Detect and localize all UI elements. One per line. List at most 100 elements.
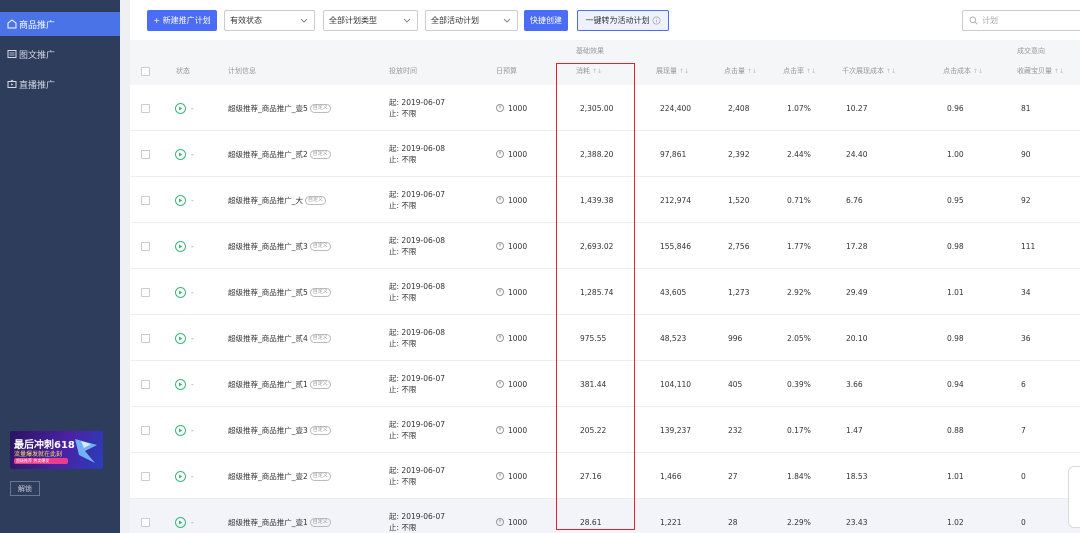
plan-name[interactable]: 超级推荐_商品推广_贰2 (228, 149, 308, 160)
play-icon[interactable] (175, 148, 186, 160)
play-icon[interactable] (175, 424, 186, 436)
cell-cpm: 23.43 (846, 517, 868, 527)
new-plan-button[interactable]: + 新建推广计划 (147, 10, 217, 31)
row-checkbox[interactable] (141, 453, 150, 499)
row-checkbox[interactable] (141, 223, 150, 269)
budget-cell[interactable]: ¥1000 (496, 223, 527, 269)
header-cost[interactable]: 消耗 ↑↓ (576, 57, 602, 85)
row-checkbox[interactable] (141, 269, 150, 315)
select-all-checkbox[interactable] (141, 57, 150, 85)
plan-name[interactable]: 超级推荐_商品推广_壹3 (228, 425, 308, 436)
activity-plan-select[interactable]: 全部活动计划 (425, 10, 518, 31)
start-date: 2019-06-08 (401, 282, 446, 291)
cell-cost: 27.16 (580, 471, 602, 481)
table-row[interactable]: - 超级推荐_商品推广_贰3 自定义 起: 2019-06-08 止: 不限 ¥1000 2… (130, 223, 1080, 269)
end-date: 止: 不限 (389, 431, 417, 440)
row-checkbox[interactable] (141, 315, 150, 361)
table-row[interactable]: - 超级推荐_商品推广_壹2 自定义 起: 2019-06-07 止: 不限 ¥1000 2… (130, 453, 1080, 499)
budget-cell[interactable]: ¥1000 (496, 269, 527, 315)
plan-name[interactable]: 超级推荐_商品推广_贰1 (228, 379, 308, 390)
budget-cell[interactable]: ¥1000 (496, 499, 527, 533)
cell-fav: 90 (1021, 149, 1031, 159)
plan-name[interactable]: 超级推荐_商品推广_壹2 (228, 471, 308, 482)
cell-ctr: 2.44% (787, 149, 811, 159)
cell-impressions: 97,861 (660, 149, 687, 159)
content-gutter (120, 0, 130, 533)
unlock-button[interactable]: 解锁 (10, 481, 40, 496)
budget-cell[interactable]: ¥1000 (496, 361, 527, 407)
header-cpc[interactable]: 点击成本 ↑↓ (943, 57, 983, 85)
row-checkbox[interactable] (141, 407, 150, 453)
table-row[interactable]: - 超级推荐_商品推广_大 自定义 起: 2019-06-07 止: 不限 ¥1000 1,… (130, 177, 1080, 223)
plan-name[interactable]: 超级推荐_商品推广_壹1 (228, 517, 308, 528)
header-ctr[interactable]: 点击率 ↑↓ (783, 57, 816, 85)
table-row[interactable]: - 超级推荐_商品推广_壹3 自定义 起: 2019-06-07 止: 不限 ¥1000 2… (130, 407, 1080, 453)
status-dash: - (191, 287, 194, 297)
play-icon[interactable] (175, 516, 186, 528)
cell-cpm: 6.76 (846, 195, 863, 205)
status-dash: - (191, 241, 194, 251)
play-icon[interactable] (175, 378, 186, 390)
row-checkbox[interactable] (141, 131, 150, 177)
budget-cell[interactable]: ¥1000 (496, 85, 527, 131)
play-icon[interactable] (175, 194, 186, 206)
table-row[interactable]: - 超级推荐_商品推广_贰2 自定义 起: 2019-06-08 止: 不限 ¥1000 2… (130, 131, 1080, 177)
group-label-basic: 基础效果 (576, 47, 604, 55)
play-icon[interactable] (175, 470, 186, 482)
start-prefix: 起: (389, 420, 402, 429)
row-checkbox[interactable] (141, 85, 150, 131)
cell-cost: 28.61 (580, 517, 602, 527)
play-icon[interactable] (175, 102, 186, 114)
plan-name[interactable]: 超级推荐_商品推广_贰5 (228, 287, 308, 298)
row-checkbox[interactable] (141, 177, 150, 223)
table-row[interactable]: - 超级推荐_商品推广_贰1 自定义 起: 2019-06-07 止: 不限 ¥1000 3… (130, 361, 1080, 407)
sidebar-item-product-promo[interactable]: 商品推广 (0, 12, 120, 36)
header-impressions[interactable]: 展现量 ↑↓ (656, 57, 689, 85)
time-cell: 起: 2019-06-07 止: 不限 (389, 85, 445, 131)
table-row[interactable]: - 超级推荐_商品推广_贰4 自定义 起: 2019-06-08 止: 不限 ¥1000 9… (130, 315, 1080, 361)
table-row[interactable]: - 超级推荐_商品推广_壹5 自定义 起: 2019-06-07 止: 不限 ¥1000 2… (130, 85, 1080, 131)
table-row[interactable]: - 超级推荐_商品推广_贰5 自定义 起: 2019-06-08 止: 不限 ¥1000 1… (130, 269, 1080, 315)
play-icon[interactable] (175, 332, 186, 344)
status-dash: - (191, 333, 194, 343)
sidebar-item-live-promo[interactable]: 直播推广 (0, 72, 120, 96)
cell-impressions: 155,846 (660, 241, 692, 251)
chevron-down-icon (300, 18, 308, 23)
search-input[interactable]: 计划 (962, 10, 1080, 31)
header-fav[interactable]: 收藏宝贝量 ↑↓ (1017, 57, 1064, 85)
plan-name[interactable]: 超级推荐_商品推广_壹5 (228, 103, 308, 114)
play-icon[interactable] (175, 286, 186, 298)
side-scroll-handle[interactable] (1068, 466, 1080, 528)
start-prefix: 起: (389, 328, 402, 337)
budget-cell[interactable]: ¥1000 (496, 407, 527, 453)
budget-cell[interactable]: ¥1000 (496, 315, 527, 361)
row-checkbox[interactable] (141, 499, 150, 533)
budget-value: 1000 (508, 517, 528, 527)
plan-name[interactable]: 超级推荐_商品推广_大 (228, 195, 303, 206)
budget-cell[interactable]: ¥1000 (496, 453, 527, 499)
table-header: 基础效果 成交意向 状态 计划信息 投放时间 日预算 消耗 ↑↓ 展现量 ↑↓ 点击… (130, 40, 1080, 85)
budget-cell[interactable]: ¥1000 (496, 177, 527, 223)
play-icon[interactable] (175, 240, 186, 252)
cell-cpc: 0.95 (947, 195, 964, 205)
plan-type-select[interactable]: 全部计划类型 (323, 10, 418, 31)
start-prefix: 起: (389, 190, 402, 199)
bag-icon (6, 19, 17, 30)
cell-ctr: 2.92% (787, 287, 811, 297)
cell-cpm: 17.28 (846, 241, 868, 251)
promo-banner[interactable]: 最后冲刺618 流量爆发就在此刻 超级推荐 热卖爆发 (10, 431, 103, 469)
quick-create-button[interactable]: 快捷创建 (524, 10, 568, 31)
toolbar: + 新建推广计划 有效状态 全部计划类型 全部活动计划 快捷创建 一键转为活动计… (130, 0, 1080, 40)
row-checkbox[interactable] (141, 361, 150, 407)
plan-name[interactable]: 超级推荐_商品推广_贰4 (228, 333, 308, 344)
table-row[interactable]: - 超级推荐_商品推广_壹1 自定义 起: 2019-06-07 止: 不限 ¥1000 2… (130, 499, 1080, 533)
plan-name[interactable]: 超级推荐_商品推广_贰3 (228, 241, 308, 252)
status-select[interactable]: 有效状态 (224, 10, 315, 31)
cell-cost: 2,305.00 (580, 103, 614, 113)
header-status: 状态 (176, 67, 190, 75)
budget-cell[interactable]: ¥1000 (496, 131, 527, 177)
header-clicks[interactable]: 点击量 ↑↓ (724, 57, 757, 85)
sidebar-item-image-promo[interactable]: 图文推广 (0, 42, 120, 66)
convert-to-activity-button[interactable]: 一键转为活动计划 (577, 10, 669, 31)
header-cpm[interactable]: 千次展现成本 ↑↓ (842, 57, 896, 85)
